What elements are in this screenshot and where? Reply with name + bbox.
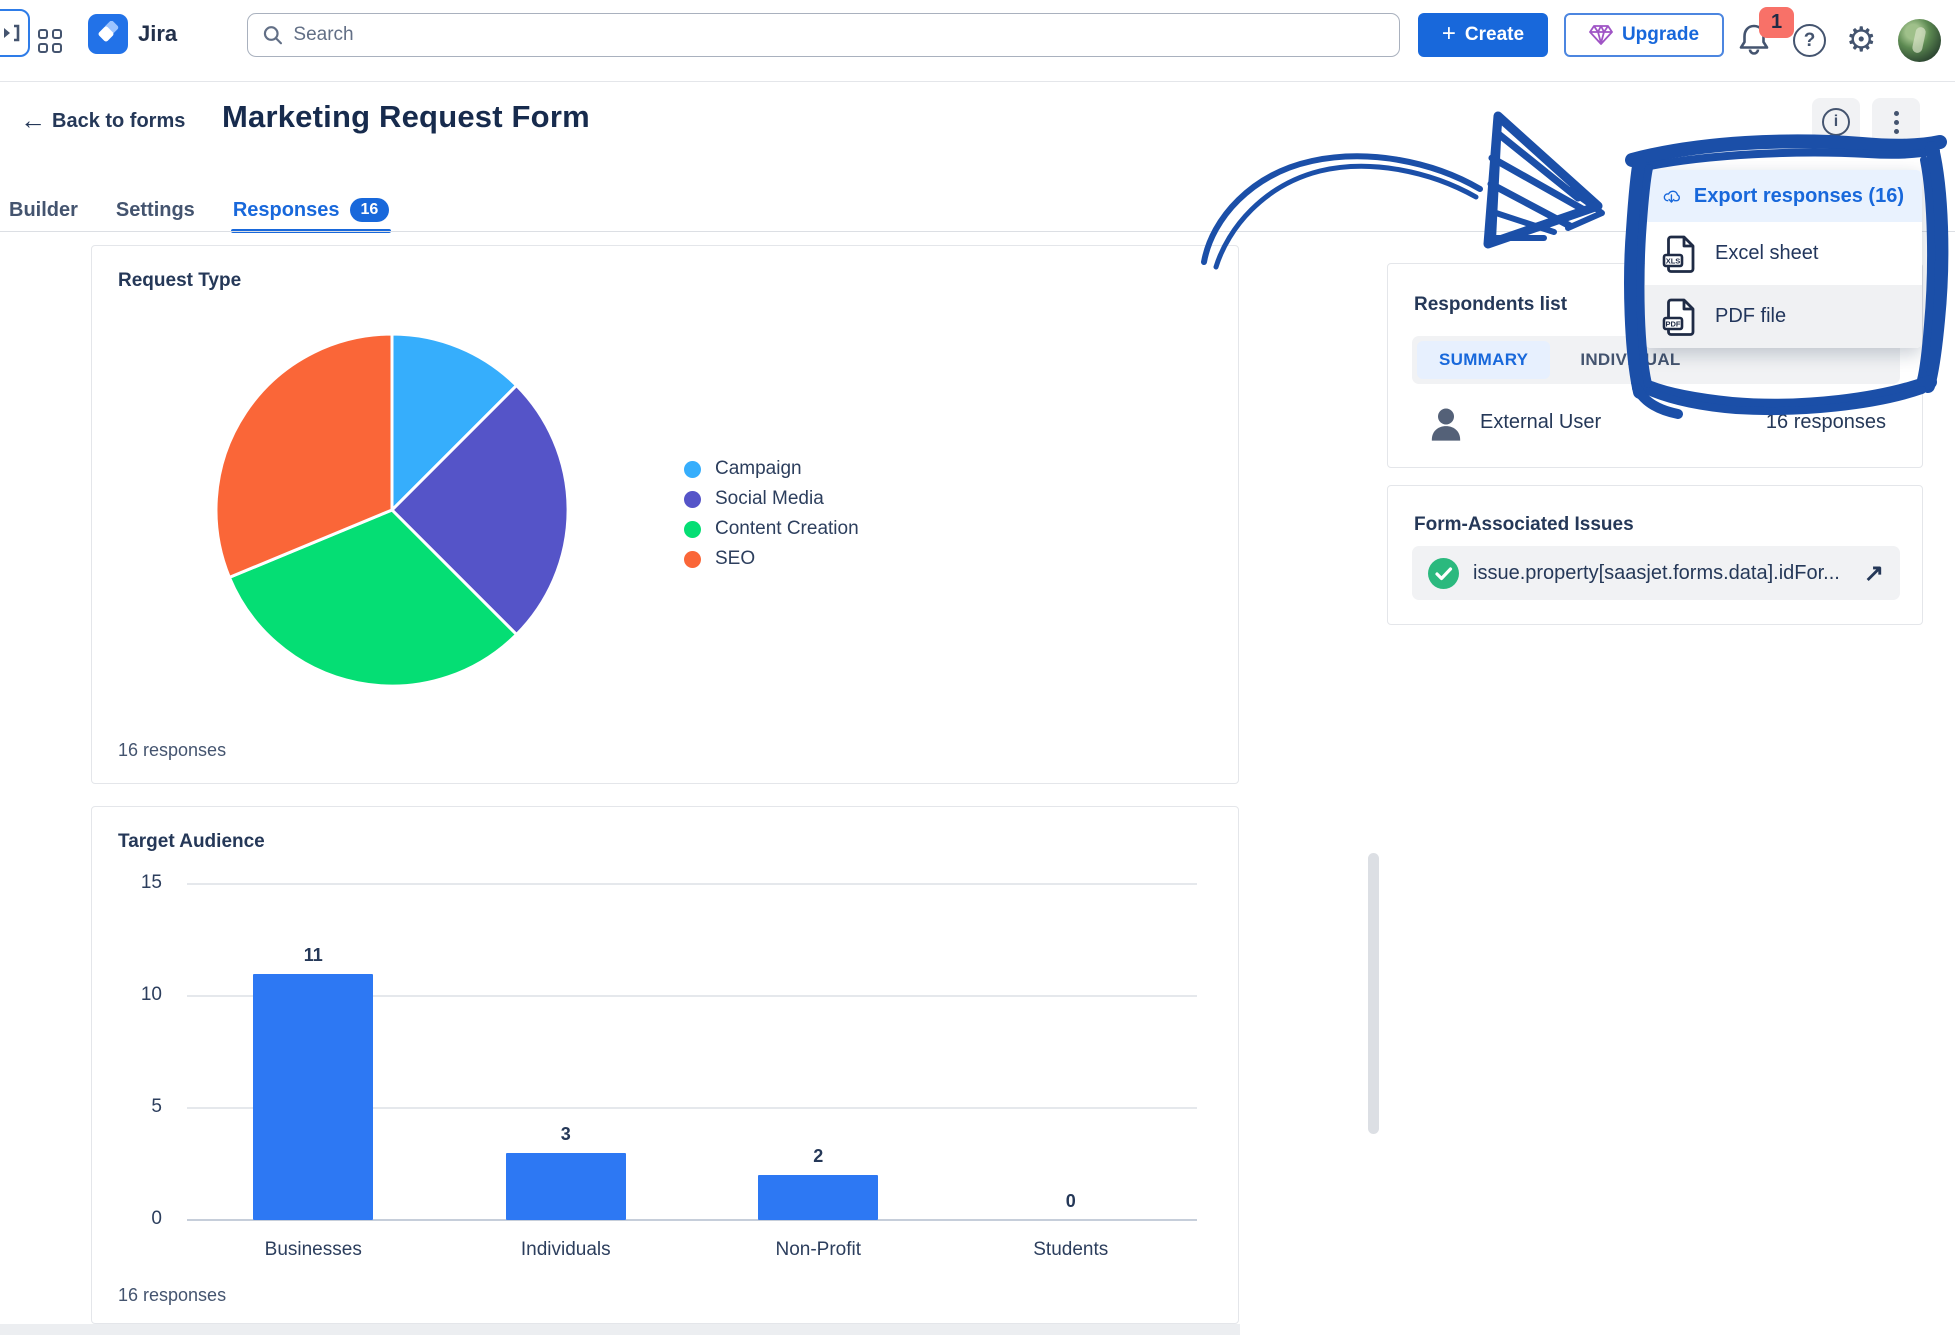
search-input[interactable] (293, 24, 1385, 46)
bar-value-label: 3 (506, 1124, 626, 1145)
app-name: Jira (138, 21, 177, 47)
back-arrow-icon[interactable]: ← (20, 105, 46, 136)
export-option-label: PDF file (1715, 305, 1786, 328)
tab-builder[interactable]: Builder (7, 188, 80, 232)
tab-settings[interactable]: Settings (114, 188, 197, 232)
respondents-tab-summary[interactable]: SUMMARY (1417, 341, 1550, 379)
jira-mark-icon (95, 21, 121, 47)
user-avatar[interactable] (1898, 19, 1941, 62)
export-responses-menu-header[interactable]: Export responses (16) (1645, 170, 1922, 222)
legend-label: Content Creation (715, 518, 859, 540)
export-option-label: Excel sheet (1715, 242, 1818, 265)
legend-marker (684, 461, 701, 478)
search-icon (262, 24, 283, 46)
kebab-icon (1894, 111, 1899, 134)
app-switcher-icon[interactable] (38, 29, 62, 53)
bar-non-profit (758, 1175, 878, 1220)
x-axis-category-label: Businesses (203, 1239, 423, 1261)
bar-value-label: 11 (253, 945, 373, 966)
y-axis-tick-label: 15 (100, 872, 162, 894)
legend-item: Content Creation (684, 518, 859, 540)
global-search[interactable] (247, 13, 1400, 57)
form-associated-issues-card: Form-Associated Issues issue.property[sa… (1387, 485, 1923, 625)
sidebar-expand-icon (0, 22, 22, 44)
vertical-scrollbar[interactable] (1368, 853, 1379, 1134)
plus-icon: + (1442, 20, 1456, 48)
legend-marker (684, 491, 701, 508)
y-axis-tick-label: 10 (100, 984, 162, 1006)
sidebar-expand-button[interactable] (0, 9, 30, 57)
tab-label: Settings (116, 199, 195, 222)
svg-text:PDF: PDF (1666, 319, 1681, 328)
top-navigation-bar: Jira + Create Upgrade 1 ? ⚙ (0, 0, 1955, 82)
bar-value-label: 0 (1011, 1191, 1131, 1212)
notification-badge: 1 (1759, 7, 1794, 38)
legend-label: Campaign (715, 458, 802, 480)
form-tabs: Builder Settings Responses 16 (7, 188, 391, 232)
y-axis-tick-label: 5 (100, 1096, 162, 1118)
legend-label: SEO (715, 548, 755, 570)
export-dropdown-menu: Export responses (16) XLS Excel sheet PD… (1645, 170, 1922, 348)
request-type-card: Request Type Campaign Social Media Content… (91, 245, 1239, 784)
request-type-pie-chart (213, 331, 571, 689)
legend-label: Social Media (715, 488, 824, 510)
create-button[interactable]: + Create (1418, 13, 1548, 57)
x-axis-category-label: Individuals (456, 1239, 676, 1261)
target-audience-bar-chart: 15 10 5 0 11 Businesses 3 Individuals 2 Non-Profi… (92, 807, 1240, 1325)
x-axis-category-label: Students (961, 1239, 1181, 1261)
legend-marker (684, 551, 701, 568)
gridline-y-15 (187, 883, 1197, 885)
gear-icon: ⚙ (1846, 21, 1876, 59)
issues-title: Form-Associated Issues (1414, 514, 1634, 536)
respondent-name: External User (1480, 411, 1601, 434)
page-title: Marketing Request Form (222, 99, 590, 135)
bar-response-count: 16 responses (118, 1285, 226, 1306)
bar-individuals (506, 1153, 626, 1220)
pie-response-count: 16 responses (118, 740, 226, 761)
notifications-button[interactable]: 1 (1737, 20, 1777, 64)
person-icon (1426, 404, 1466, 444)
tab-label: Responses (233, 199, 340, 222)
settings-gear-button[interactable]: ⚙ (1846, 20, 1876, 60)
legend-item: SEO (684, 548, 859, 570)
legend-item: Social Media (684, 488, 859, 510)
svg-text:XLS: XLS (1666, 256, 1681, 265)
responses-count-badge: 16 (350, 198, 390, 222)
external-link-icon: ↗ (1864, 559, 1884, 588)
pdf-file-icon: PDF (1661, 296, 1699, 338)
bar-value-label: 2 (758, 1146, 878, 1167)
pie-legend: Campaign Social Media Content Creation SEO (684, 458, 859, 570)
pie-chart-title: Request Type (118, 270, 241, 292)
y-axis-tick-label: 0 (100, 1208, 162, 1230)
back-to-forms-link[interactable]: Back to forms (52, 110, 185, 133)
check-circle-icon (1428, 558, 1459, 589)
legend-item: Campaign (684, 458, 859, 480)
question-icon: ? (1804, 30, 1816, 52)
associated-issue-link[interactable]: issue.property[saasjet.forms.data].idFor… (1412, 546, 1900, 600)
tab-responses[interactable]: Responses 16 (231, 188, 392, 232)
arrow-tail (1204, 156, 1480, 267)
help-button[interactable]: ? (1793, 24, 1826, 57)
issue-property-text: issue.property[saasjet.forms.data].idFor… (1473, 562, 1850, 585)
xls-file-icon: XLS (1661, 233, 1699, 275)
legend-marker (684, 521, 701, 538)
target-audience-card: Target Audience 15105011Businesses3Indiv… (91, 806, 1239, 1324)
x-axis-category-label: Non-Profit (708, 1239, 928, 1261)
upgrade-button[interactable]: Upgrade (1564, 13, 1724, 57)
arrow-head-scribble (1488, 116, 1602, 244)
form-info-button[interactable]: i (1812, 98, 1860, 146)
respondents-title: Respondents list (1414, 294, 1567, 316)
tab-label: Builder (9, 199, 78, 222)
export-option-excel-sheet[interactable]: XLS Excel sheet (1645, 222, 1922, 285)
cloud-download-icon (1663, 182, 1681, 210)
bottom-scroll-track (0, 1324, 1240, 1335)
respondent-response-count: 16 responses (1766, 411, 1886, 434)
more-actions-button[interactable] (1872, 98, 1920, 146)
info-icon: i (1822, 108, 1850, 136)
export-option-pdf-file[interactable]: PDF PDF file (1645, 285, 1922, 348)
bar-businesses (253, 974, 373, 1220)
jira-logo[interactable] (88, 14, 128, 54)
premium-gem-icon (1589, 24, 1613, 46)
